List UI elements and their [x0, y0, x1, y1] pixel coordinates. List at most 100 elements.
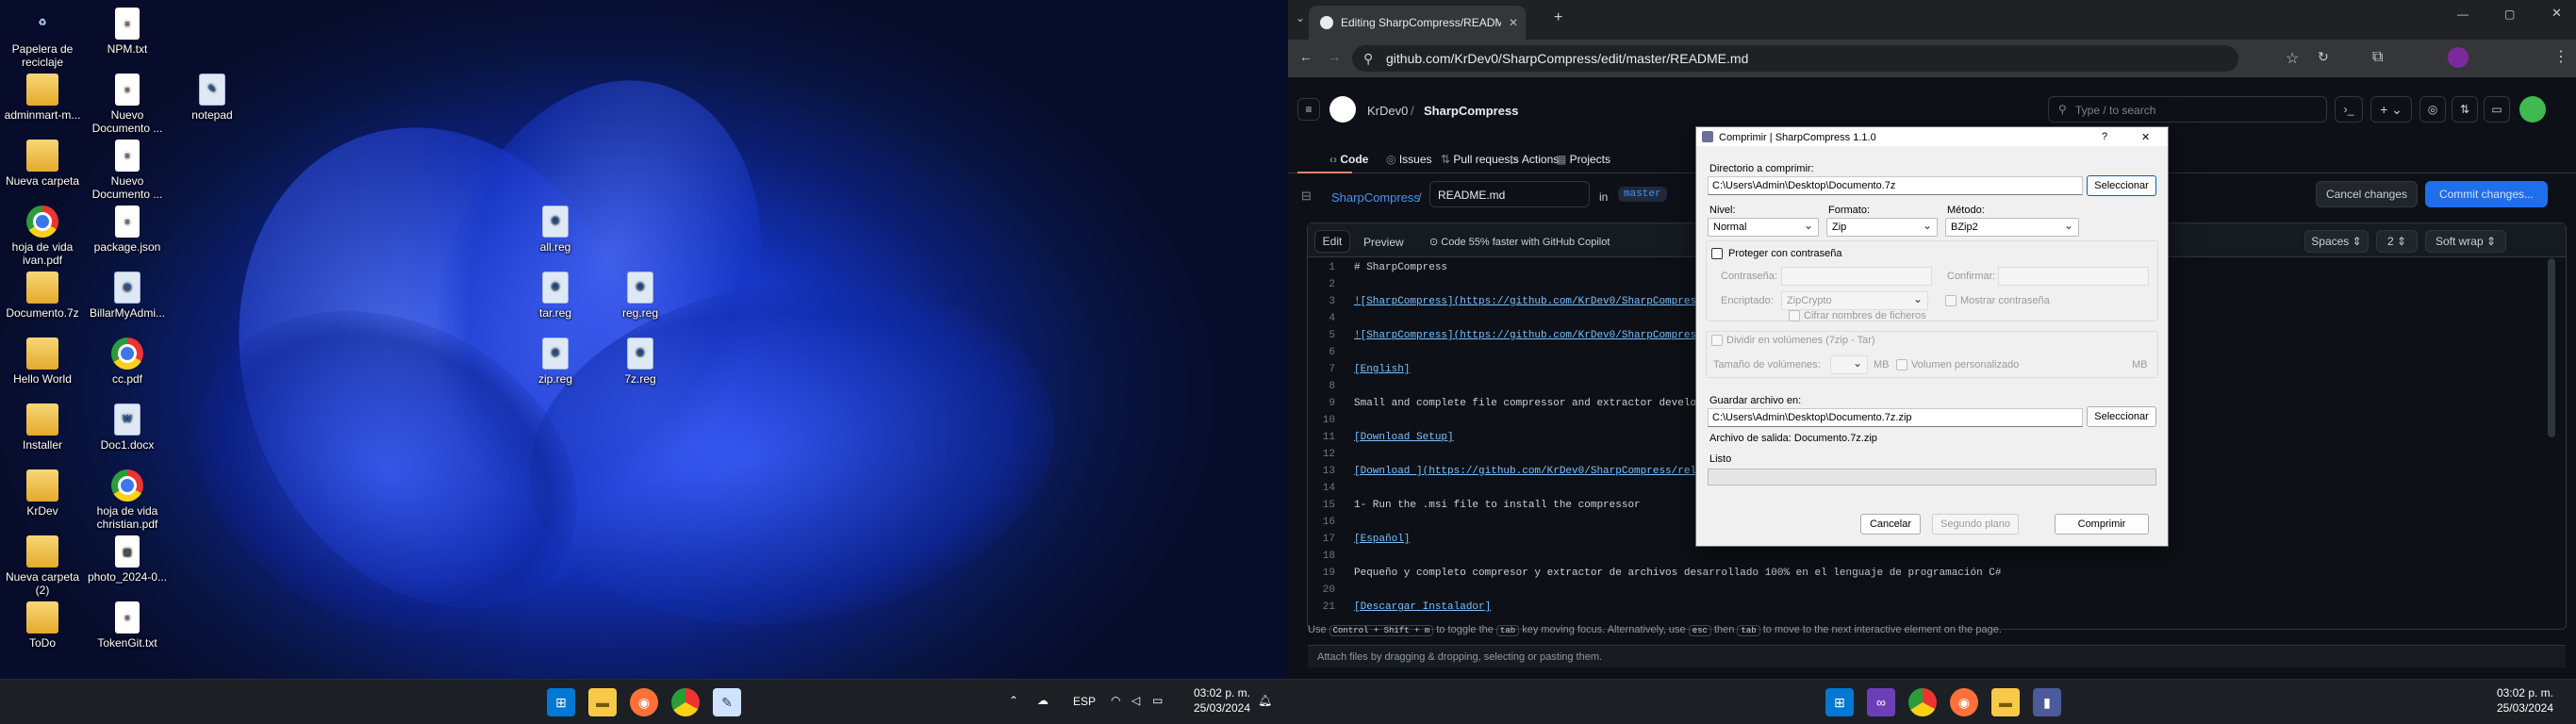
battery-icon[interactable]: ▭ [1152, 694, 1163, 707]
cancel-button[interactable]: Cancelar [1860, 514, 1921, 535]
code-line[interactable]: 18 [1288, 551, 2576, 568]
attach-files-bar[interactable]: Attach files by dragging & dropping, sel… [1308, 645, 2566, 667]
code-line[interactable]: 20 [1288, 584, 2576, 601]
url-input[interactable]: ⚲ github.com/KrDev0/SharpCompress/edit/m… [1352, 45, 2238, 72]
desktop-icon[interactable]: ✎ notepad [170, 74, 255, 122]
start-icon[interactable]: ⊞ [1825, 688, 1854, 716]
chevron-up-icon[interactable]: ⌃ [1009, 694, 1018, 707]
wifi-icon[interactable]: ◠ [1111, 694, 1120, 707]
desktop-icon[interactable]: hoja de vida ivan.pdf [0, 206, 85, 267]
desktop-icon[interactable]: ♻ Papelera de reciclaje [0, 8, 85, 69]
repo-nav-tab[interactable]: ▷ Actions [1511, 153, 1559, 166]
bookmark-star-icon[interactable]: ☆ [2286, 49, 2299, 68]
repo-nav-tab[interactable]: ◎ Issues [1386, 153, 1432, 166]
reload-icon[interactable]: ↻ [2318, 49, 2329, 65]
volume-icon[interactable]: ◁ [1131, 694, 1140, 707]
desktop-icon[interactable]: Hello World [0, 337, 85, 386]
desktop-icon[interactable]: ≡ package.json [85, 206, 170, 254]
repo-nav-tab[interactable]: ⇅ Pull requests [1441, 153, 1519, 166]
split-checkbox[interactable] [1711, 335, 1723, 346]
firefox-icon[interactable]: ◉ [630, 688, 658, 716]
method-select[interactable]: BZip2 [1945, 218, 2079, 237]
desktop-icon[interactable]: Installer [0, 403, 85, 452]
command-palette-icon[interactable]: ›_ [2335, 96, 2363, 123]
desktop-icon[interactable]: cc.pdf [85, 337, 170, 386]
visual-studio-icon[interactable]: ∞ [1867, 688, 1895, 716]
clock-date[interactable]: 25/03/2024 [2493, 701, 2553, 715]
vol-size-select[interactable] [1830, 355, 1868, 374]
file-explorer-icon[interactable]: ▬ [588, 688, 617, 716]
browser-tab[interactable]: Editing SharpCompress/README ✕ [1309, 6, 1526, 40]
clock-time[interactable]: 03:02 p. m. [2493, 686, 2553, 699]
desktop-icon[interactable]: Documento.7z [0, 272, 85, 320]
desktop-icon[interactable]: ⚙ zip.reg [513, 337, 598, 386]
desktop-icon[interactable]: ⚙ 7z.reg [598, 337, 683, 386]
save-input[interactable]: C:\Users\Admin\Desktop\Documento.7z.zip [1708, 408, 2083, 427]
hamburger-menu-icon[interactable]: ≡ [1297, 98, 1320, 121]
desktop-icon[interactable]: ≡ Nuevo Documento ... [85, 140, 170, 201]
firefox-icon[interactable]: ◉ [1950, 688, 1978, 716]
desktop-icon[interactable]: ▦ photo_2024-0... [85, 535, 170, 584]
repo-nav-tab[interactable]: ‹› Code [1329, 153, 1368, 166]
file-tree-toggle-icon[interactable]: ⊟ [1301, 189, 1312, 204]
pull-requests-icon[interactable]: ⇅ [2452, 96, 2478, 123]
edit-tab[interactable]: Edit [1314, 230, 1350, 253]
desktop-icon[interactable]: hoja de vida christian.pdf [85, 469, 170, 531]
indent-mode-select[interactable]: Spaces ⇕ [2304, 230, 2369, 253]
tab-list-icon[interactable]: ⌄ [1296, 11, 1305, 25]
wrap-mode-select[interactable]: Soft wrap ⇕ [2425, 230, 2506, 253]
desktop-icon[interactable]: ◎ BillarMyAdmi... [85, 272, 170, 320]
language-indicator[interactable]: ESP [1073, 695, 1096, 708]
format-select[interactable]: Zip [1826, 218, 1938, 237]
preview-tab[interactable]: Preview [1363, 236, 1404, 249]
commit-changes-button[interactable]: Commit changes... [2425, 181, 2548, 207]
cancel-changes-button[interactable]: Cancel changes [2316, 181, 2418, 207]
help-icon[interactable]: ? [2102, 131, 2107, 142]
code-line[interactable]: 21 [Descargar Instalador] [1288, 601, 2576, 618]
select-dir-button[interactable]: Seleccionar [2087, 175, 2156, 196]
custom-vol-checkbox[interactable] [1896, 359, 1907, 370]
desktop-icon[interactable]: ⚙ reg.reg [598, 272, 683, 320]
new-tab-icon[interactable]: + [1554, 9, 1562, 26]
desktop-icon[interactable]: ⚙ all.reg [513, 206, 598, 254]
site-info-icon[interactable]: ⚲ [1363, 51, 1373, 67]
repo-nav-tab[interactable]: ▦ Projects [1556, 153, 1610, 166]
clock-date[interactable]: 25/03/2024 [1190, 701, 1250, 715]
tab-close-icon[interactable]: ✕ [1509, 16, 1518, 29]
filename-input[interactable]: README.md [1429, 181, 1590, 207]
inbox-icon[interactable]: ▭ [2484, 96, 2510, 123]
password-input[interactable] [1781, 267, 1932, 286]
select-save-button[interactable]: Seleccionar [2087, 406, 2156, 427]
profile-avatar[interactable] [2448, 47, 2469, 68]
indent-size-select[interactable]: 2 ⇕ [2376, 230, 2418, 253]
show-password-checkbox[interactable] [1945, 295, 1957, 306]
desktop-icon[interactable]: KrDev [0, 469, 85, 518]
sharpcompress-icon[interactable]: ▮ [2033, 688, 2061, 716]
forward-icon[interactable]: → [1328, 49, 1341, 64]
desktop-icon[interactable]: Nueva carpeta (2) [0, 535, 85, 597]
back-icon[interactable]: ← [1299, 49, 1313, 64]
browser-menu-icon[interactable]: ⋮ [2553, 47, 2568, 66]
desktop-icon[interactable]: ≡ TokenGit.txt [85, 601, 170, 650]
start-icon[interactable]: ⊞ [547, 688, 575, 716]
cloud-icon[interactable]: ☁ [1037, 694, 1049, 707]
compress-button[interactable]: Comprimir [2055, 514, 2149, 535]
confirm-input[interactable] [1998, 267, 2149, 286]
dialog-close-icon[interactable]: ✕ [2141, 131, 2150, 143]
notepad-icon[interactable]: ✎ [713, 688, 741, 716]
dir-input[interactable]: C:\Users\Admin\Desktop\Documento.7z [1708, 176, 2083, 195]
desktop-icon[interactable]: Nueva carpeta [0, 140, 85, 188]
create-new-icon[interactable]: + ⌄ [2370, 96, 2412, 123]
window-close-icon[interactable]: ✕ [2551, 6, 2562, 21]
maximize-icon[interactable]: ▢ [2504, 8, 2515, 21]
encrypt-names-checkbox[interactable] [1789, 310, 1800, 321]
breadcrumb-repo-link[interactable]: SharpCompress [1331, 190, 1420, 205]
desktop-icon[interactable]: W Doc1.docx [85, 403, 170, 452]
extensions-icon[interactable]: ⧉ [2372, 49, 2383, 66]
repo-owner-link[interactable]: KrDev0 [1367, 104, 1408, 118]
chrome-icon[interactable] [1908, 688, 1937, 716]
user-avatar[interactable] [2519, 96, 2546, 123]
branch-badge[interactable]: master [1618, 187, 1667, 202]
desktop-icon[interactable]: ≡ Nuevo Documento ... [85, 74, 170, 135]
desktop-icon[interactable]: ToDo [0, 601, 85, 650]
